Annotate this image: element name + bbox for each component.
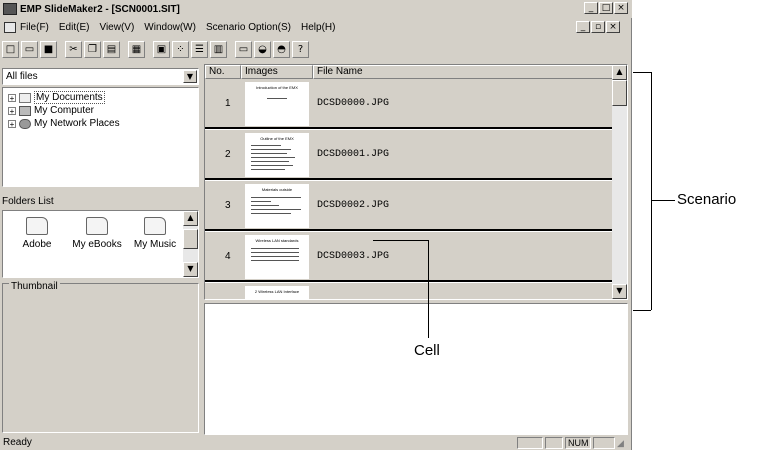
title-bar: EMP SlideMaker2 - [SCN0001.SIT] _ □ ×: [0, 0, 632, 18]
help-icon[interactable]: ?: [292, 40, 309, 58]
scroll-down-icon[interactable]: ▼: [183, 262, 198, 277]
chevron-down-icon[interactable]: ▼: [183, 70, 197, 83]
status-text: Ready: [3, 437, 32, 448]
list-icon[interactable]: ☰: [191, 40, 208, 58]
close-button[interactable]: ×: [614, 2, 628, 14]
music-folder-icon: [144, 217, 166, 235]
tree-item-my-computer[interactable]: + My Computer: [8, 104, 94, 117]
expand-icon[interactable]: +: [8, 106, 16, 115]
app-icon: [3, 3, 17, 15]
scenario-bracket-line: [651, 72, 652, 310]
doc-close-button[interactable]: ×: [606, 21, 620, 33]
folder-adobe[interactable]: Adobe: [9, 217, 65, 250]
scroll-thumb[interactable]: [183, 229, 198, 249]
paste-icon[interactable]: ▤: [103, 40, 120, 58]
network-icon: [19, 118, 31, 129]
computer-icon: [19, 105, 31, 116]
cell-pointer-vertical: [428, 240, 429, 338]
maximize-button[interactable]: □: [599, 2, 613, 14]
doc-minimize-button[interactable]: _: [576, 21, 590, 33]
resize-grip-icon[interactable]: ◢: [617, 438, 629, 449]
slide-thumbnail: Outline of the EMX: [245, 133, 309, 177]
num-lock-indicator: NUM: [565, 437, 591, 449]
open-icon[interactable]: ▭: [21, 40, 38, 58]
menu-view[interactable]: View(V): [99, 22, 134, 33]
status-panel: [517, 437, 543, 449]
scroll-up-icon[interactable]: ▲: [612, 65, 627, 80]
status-bar: Ready NUM ◢: [0, 436, 632, 450]
copy-icon[interactable]: ❐: [84, 40, 101, 58]
folders-scrollbar[interactable]: ▲ ▼: [183, 211, 198, 277]
column-images[interactable]: Images: [241, 65, 313, 79]
menu-edit[interactable]: Edit(E): [59, 22, 90, 33]
details-icon[interactable]: ▥: [210, 40, 227, 58]
save-icon[interactable]: ■: [40, 40, 57, 58]
slide-thumbnail: Wireless LAN standards: [245, 235, 309, 279]
tree-item-label: My Network Places: [34, 118, 120, 129]
scenario-scrollbar[interactable]: ▲ ▼: [612, 65, 627, 299]
scroll-down-icon[interactable]: ▼: [612, 284, 627, 299]
scroll-thumb[interactable]: [612, 80, 627, 106]
menu-file[interactable]: File(F): [20, 22, 49, 33]
export-icon[interactable]: ◓: [273, 40, 290, 58]
scenario-bracket-bottom: [633, 310, 651, 311]
new-icon[interactable]: □: [2, 40, 19, 58]
tree-item-label: My Computer: [34, 105, 95, 116]
scenario-row[interactable]: 3 Materials outside DCSD0002.JPG: [205, 181, 613, 231]
folders-list: Adobe My eBooks My Music ▲ ▼: [2, 210, 199, 278]
folder-tree: + My Documents + My Computer + My Networ…: [2, 87, 199, 187]
folder-my-music[interactable]: My Music: [127, 217, 183, 250]
document-icon[interactable]: [4, 22, 16, 33]
scenario-row[interactable]: 2 Outline of the EMX DCSD0001.JPG: [205, 130, 613, 180]
menu-help[interactable]: Help(H): [301, 22, 335, 33]
slide-thumbnail: Materials outside: [245, 184, 309, 228]
doc-restore-button[interactable]: ▫: [591, 21, 605, 33]
thumbnail-panel: Thumbnail: [2, 281, 199, 433]
scenario-row[interactable]: 1 Introduction of the EMX DCSD0000.JPG: [205, 79, 613, 129]
menu-window[interactable]: Window(W): [144, 22, 196, 33]
scenario-pointer: [651, 200, 675, 201]
scenario-header: No. Images File Name: [205, 65, 613, 79]
expand-icon[interactable]: +: [8, 93, 16, 102]
print-icon[interactable]: ▦: [128, 40, 145, 58]
tree-item-label: My Documents: [34, 91, 105, 104]
minimize-button[interactable]: _: [584, 2, 598, 14]
status-panel: [545, 437, 563, 449]
large-icons-icon[interactable]: ▣: [153, 40, 170, 58]
tree-item-my-network-places[interactable]: + My Network Places: [8, 117, 120, 130]
thumbnail-label: Thumbnail: [9, 281, 60, 292]
slide-thumbnail: 2 Wireless LAN Interface: [245, 286, 309, 299]
folders-list-label: Folders List: [2, 196, 54, 207]
send-icon[interactable]: ◒: [254, 40, 271, 58]
scroll-up-icon[interactable]: ▲: [183, 211, 198, 226]
column-no[interactable]: No.: [205, 65, 241, 79]
menu-bar: File(F) Edit(E) View(V) Window(W) Scenar…: [0, 19, 632, 36]
small-icons-icon[interactable]: ⁘: [172, 40, 189, 58]
expand-icon[interactable]: +: [8, 119, 16, 128]
cut-icon[interactable]: ✂: [65, 40, 82, 58]
window-title: EMP SlideMaker2 - [SCN0001.SIT]: [20, 3, 180, 15]
file-filter-value: All files: [6, 71, 38, 82]
tree-item-my-documents[interactable]: + My Documents: [8, 91, 105, 104]
folder-icon: [19, 92, 31, 103]
slide-thumbnail: Introduction of the EMX: [245, 82, 309, 126]
toolbar: □ ▭ ■ ✂ ❐ ▤ ▦ ▣ ⁘ ☰ ▥ ▭ ◒ ◓ ?: [0, 38, 634, 60]
scenario-row[interactable]: 2 Wireless LAN Interface: [205, 283, 613, 299]
scenario-callout: Scenario: [677, 191, 737, 208]
folder-icon: [86, 217, 108, 235]
cell-callout: Cell: [414, 342, 440, 359]
monitor-icon[interactable]: ▭: [235, 40, 252, 58]
preview-pane[interactable]: [204, 303, 628, 435]
cell-pointer-horizontal: [373, 240, 429, 241]
status-panel: [593, 437, 615, 449]
app-window: EMP SlideMaker2 - [SCN0001.SIT] _ □ × Fi…: [0, 0, 632, 450]
column-file-name[interactable]: File Name: [313, 65, 613, 79]
scenario-list: No. Images File Name 1 Introduction of t…: [204, 64, 628, 300]
scenario-bracket-top: [633, 72, 651, 73]
file-filter-dropdown[interactable]: All files ▼: [2, 68, 199, 85]
folder-icon: [26, 217, 48, 235]
menu-scenario-option[interactable]: Scenario Option(S): [206, 22, 291, 33]
folder-my-ebooks[interactable]: My eBooks: [69, 217, 125, 250]
